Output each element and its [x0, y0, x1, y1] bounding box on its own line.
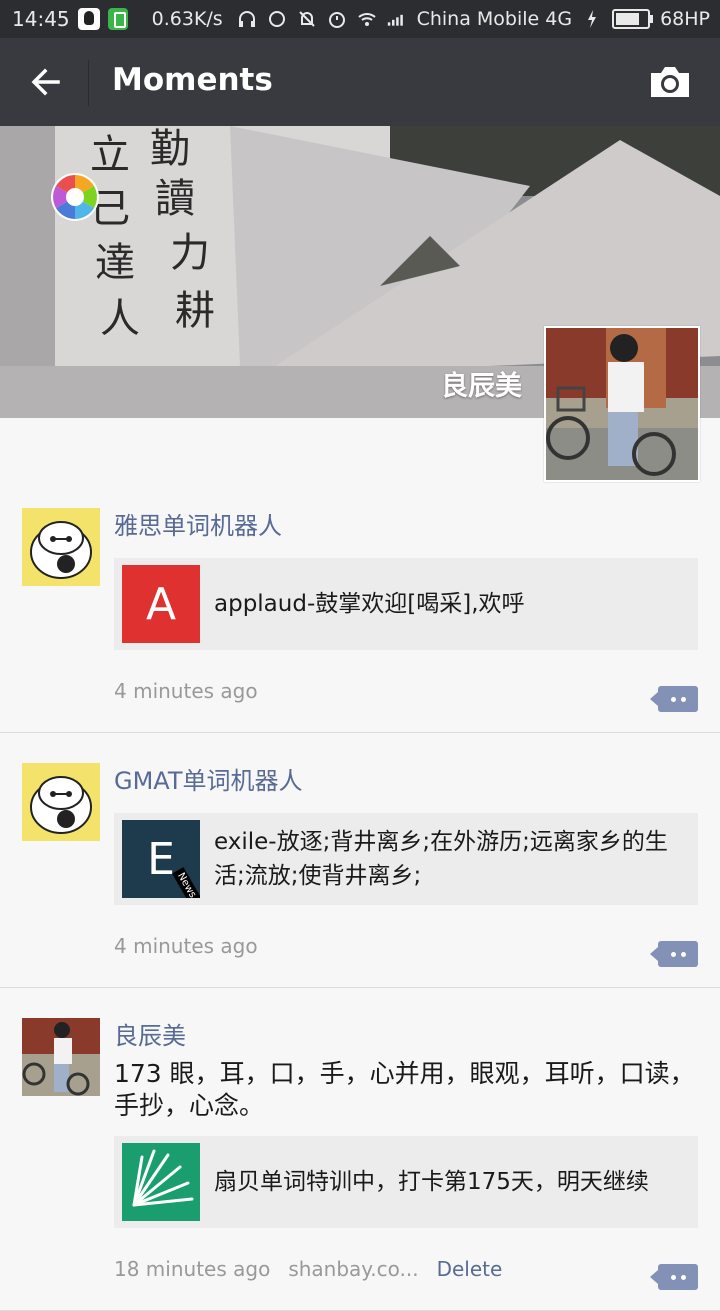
battery-icon: [612, 9, 654, 29]
page-title: Moments: [112, 62, 273, 98]
post-source[interactable]: shanbay.co...: [288, 1257, 418, 1281]
share-title: 扇贝单词特训中，打卡第175天，明天继续: [214, 1169, 649, 1195]
mute-icon: [298, 11, 315, 27]
moment-post: GMAT单词机器人 E News exile-放逐;背井离乡;在外游历;远离家乡…: [0, 733, 720, 988]
thumbnail-letter: E: [147, 833, 175, 885]
post-author[interactable]: 良辰美: [114, 1018, 698, 1054]
battery-label: 68HP: [660, 8, 710, 30]
avatar[interactable]: [22, 1018, 100, 1096]
post-author[interactable]: 雅思单词机器人: [114, 508, 698, 544]
carrier-label: China Mobile 4G: [416, 8, 573, 30]
moments-feed: 雅思单词机器人 A applaud-鼓掌欢迎[喝采],欢呼 4 minutes …: [0, 478, 720, 1311]
svg-text:勤: 勤: [150, 126, 190, 172]
comment-icon[interactable]: [650, 941, 698, 967]
delete-button[interactable]: Delete: [437, 1257, 503, 1281]
post-time: 4 minutes ago: [114, 679, 258, 703]
svg-text:力: 力: [170, 230, 210, 276]
avatar[interactable]: [22, 508, 100, 586]
cover-username: 良辰美: [441, 371, 522, 402]
wifi-icon: [357, 13, 376, 26]
alarm-icon: [328, 12, 345, 28]
robot-avatar-image: [22, 508, 100, 586]
post-author[interactable]: GMAT单词机器人: [114, 763, 698, 799]
share-thumbnail: [122, 1143, 200, 1221]
owner-avatar[interactable]: [544, 326, 700, 482]
network-speed: 0.63K/s: [151, 8, 223, 30]
camera-icon[interactable]: [648, 64, 692, 100]
signal-icon: [387, 14, 403, 26]
top-bar: Moments: [0, 38, 720, 126]
battery-app-icon: [107, 8, 128, 30]
owner-avatar-image: [546, 328, 698, 480]
arrow-left-icon[interactable]: [28, 64, 64, 100]
svg-text:達: 達: [95, 240, 135, 286]
headphones-icon: [238, 11, 255, 27]
charging-icon: [588, 10, 597, 28]
post-time: 18 minutes ago: [114, 1257, 271, 1281]
shared-link-card[interactable]: E News exile-放逐;背井离乡;在外游历;远离家乡的生活;流放;使背井…: [114, 813, 698, 905]
share-thumbnail: E News: [122, 820, 200, 898]
loading-spinner-icon: [51, 173, 99, 221]
post-text: 173 眼，耳，口，手，心并用，眼观，耳听，口读，手抄，心念。: [114, 1059, 695, 1120]
shanbay-logo-icon: [132, 1149, 194, 1207]
svg-text:讀: 讀: [155, 176, 195, 222]
avatar[interactable]: [22, 763, 100, 841]
post-meta: 4 minutes ago: [114, 676, 698, 706]
comment-icon[interactable]: [650, 1264, 698, 1290]
post-meta: 4 minutes ago: [114, 931, 698, 961]
share-thumbnail: A: [122, 565, 200, 643]
sync-icon: [268, 11, 285, 27]
robot-avatar-image: [22, 763, 100, 841]
moment-post: 雅思单词机器人 A applaud-鼓掌欢迎[喝采],欢呼 4 minutes …: [0, 478, 720, 733]
shared-link-card[interactable]: 扇贝单词特训中，打卡第175天，明天继续: [114, 1136, 698, 1228]
header-divider: [88, 60, 89, 106]
post-time: 4 minutes ago: [114, 934, 258, 958]
comment-icon[interactable]: [650, 686, 698, 712]
status-bar: 14:45 0.63K/s China Mobile 4G 68HP: [0, 0, 720, 38]
thumbnail-letter: A: [145, 578, 177, 630]
qq-icon: [77, 8, 100, 30]
shared-link-card[interactable]: A applaud-鼓掌欢迎[喝采],欢呼: [114, 558, 698, 650]
share-title: exile-放逐;背井离乡;在外游历;远离家乡的生活;流放;使背井离乡;: [214, 829, 668, 889]
share-title: applaud-鼓掌欢迎[喝采],欢呼: [214, 591, 525, 617]
svg-text:人: 人: [100, 296, 140, 342]
thumbnail-badge: News: [172, 867, 200, 898]
svg-text:耕: 耕: [175, 288, 215, 334]
user-avatar-image: [22, 1018, 100, 1096]
moment-post: 良辰美 173 眼，耳，口，手，心并用，眼观，耳听，口读，手抄，心念。 扇贝单词…: [0, 988, 720, 1311]
status-time: 14:45: [12, 7, 70, 31]
